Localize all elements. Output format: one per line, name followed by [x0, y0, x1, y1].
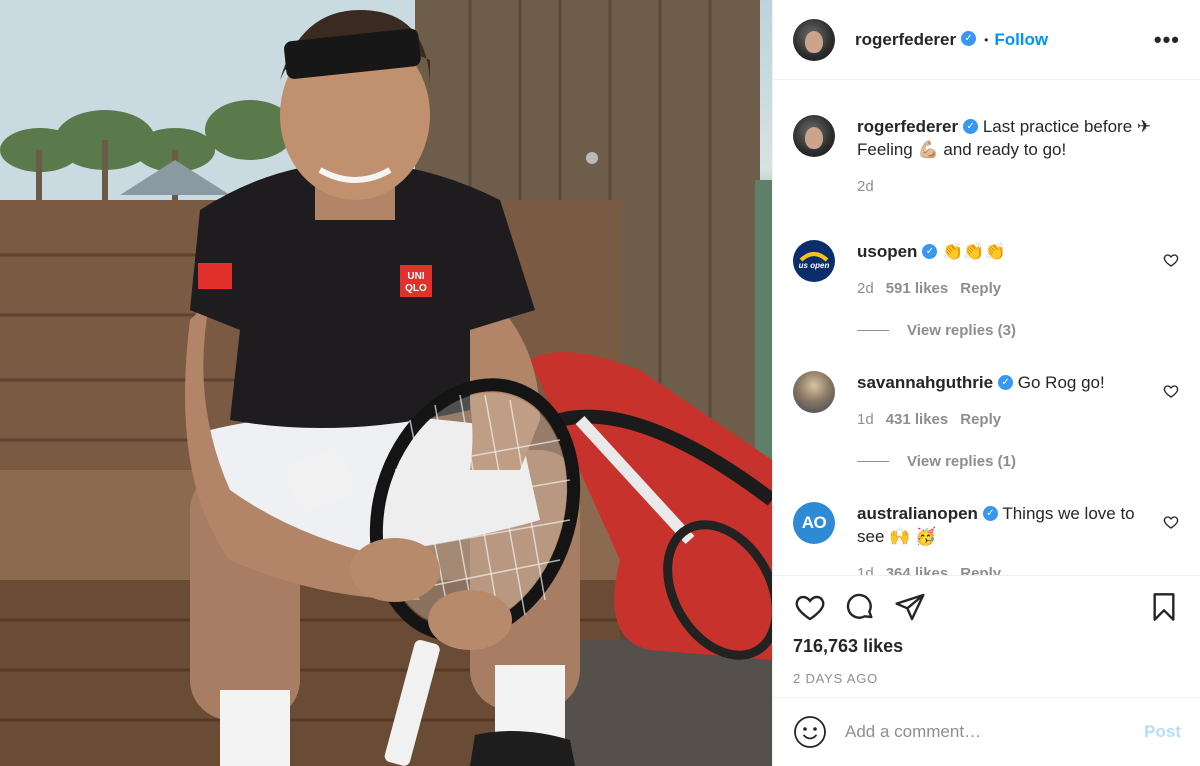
- usopen-avatar[interactable]: us open: [793, 240, 835, 282]
- comment-savannahguthrie: savannahguthrie ✓ Go Rog go! 1d 431 likes R…: [793, 371, 1181, 431]
- like-comment-heart-icon[interactable]: [1161, 252, 1181, 268]
- caption-username[interactable]: rogerfederer: [857, 117, 958, 136]
- left-hand: [350, 538, 440, 602]
- comment-icon[interactable]: [843, 590, 877, 624]
- post-comment-button[interactable]: Post: [1144, 722, 1181, 742]
- verified-badge-icon: ✓: [998, 375, 1014, 391]
- caption: rogerfederer ✓ Last practice before ✈ Fee…: [793, 115, 1181, 198]
- view-replies-label: View replies (1): [907, 453, 1016, 470]
- uniqlo-chest-text-2: QLO: [405, 283, 427, 294]
- comment-likes[interactable]: 364 likes: [886, 565, 949, 575]
- emoji-icon[interactable]: [793, 715, 827, 749]
- left-sock: [220, 690, 290, 766]
- post-details-panel: rogerfederer ✓ • Follow ••• rogerfederer…: [772, 0, 1200, 766]
- post-actions: 716,763 likes 2 DAYS AGO: [773, 575, 1200, 697]
- court-edge: [755, 180, 772, 480]
- replies-divider: [857, 330, 889, 331]
- verified-badge-icon: ✓: [982, 506, 998, 522]
- header-separator: •: [984, 32, 989, 47]
- reply-button[interactable]: Reply: [960, 280, 1001, 297]
- comment-likes[interactable]: 431 likes: [886, 411, 949, 428]
- post-photo[interactable]: UNI QLO: [0, 0, 772, 766]
- verified-badge-icon: ✓: [963, 119, 979, 135]
- comment-username[interactable]: australianopen: [857, 504, 978, 523]
- post-header: rogerfederer ✓ • Follow •••: [773, 0, 1200, 80]
- comment-username[interactable]: savannahguthrie: [857, 373, 993, 392]
- comment-likes[interactable]: 591 likes: [886, 280, 949, 297]
- like-count[interactable]: 716,763 likes: [793, 636, 1181, 657]
- post-date[interactable]: 2 DAYS AGO: [793, 671, 1181, 686]
- view-replies-button[interactable]: View replies (1): [857, 453, 1181, 470]
- like-comment-heart-icon[interactable]: [1161, 514, 1181, 530]
- comment-time: 1d: [857, 565, 874, 575]
- reply-button[interactable]: Reply: [960, 565, 1001, 575]
- comment-time: 1d: [857, 411, 874, 428]
- photo-illustration: UNI QLO: [0, 0, 772, 766]
- bookmark-icon[interactable]: [1147, 590, 1181, 624]
- like-comment-heart-icon[interactable]: [1161, 383, 1181, 399]
- view-replies-button[interactable]: View replies (3): [857, 322, 1181, 339]
- more-options-icon[interactable]: •••: [1154, 27, 1180, 53]
- comment-input[interactable]: [845, 722, 1145, 742]
- australianopen-avatar[interactable]: AO: [793, 502, 835, 544]
- heart-icon[interactable]: [793, 590, 827, 624]
- comment-time: 2d: [857, 280, 874, 297]
- savannahguthrie-avatar[interactable]: [793, 371, 835, 413]
- author-avatar[interactable]: [793, 18, 835, 61]
- verified-badge-icon: ✓: [961, 31, 977, 46]
- add-comment-bar: Post: [773, 697, 1200, 766]
- right-hand: [428, 590, 512, 650]
- door-knob: [586, 152, 598, 164]
- comment-australianopen: AO australianopen ✓ Things we love to see…: [793, 502, 1181, 575]
- comment-text: 👏👏👏: [942, 242, 1006, 261]
- caption-avatar[interactable]: [793, 115, 835, 157]
- comment-text: Go Rog go!: [1017, 373, 1105, 392]
- uniqlo-sleeve-logo: [198, 263, 232, 289]
- comments-list[interactable]: rogerfederer ✓ Last practice before ✈ Fee…: [773, 81, 1200, 575]
- reply-button[interactable]: Reply: [960, 411, 1001, 428]
- comment-username[interactable]: usopen: [857, 242, 917, 261]
- usopen-logo-text: us open: [799, 261, 830, 270]
- view-replies-label: View replies (3): [907, 322, 1016, 339]
- replies-divider: [857, 461, 889, 462]
- author-username[interactable]: rogerfederer: [855, 30, 956, 50]
- comment-usopen: us open usopen ✓ 👏👏👏 2d 591 likes Reply: [793, 240, 1181, 300]
- verified-badge-icon: ✓: [922, 244, 938, 260]
- uniqlo-chest-text-1: UNI: [407, 271, 424, 282]
- follow-button[interactable]: Follow: [994, 30, 1048, 50]
- share-icon[interactable]: [893, 590, 927, 624]
- caption-time: 2d: [857, 178, 874, 195]
